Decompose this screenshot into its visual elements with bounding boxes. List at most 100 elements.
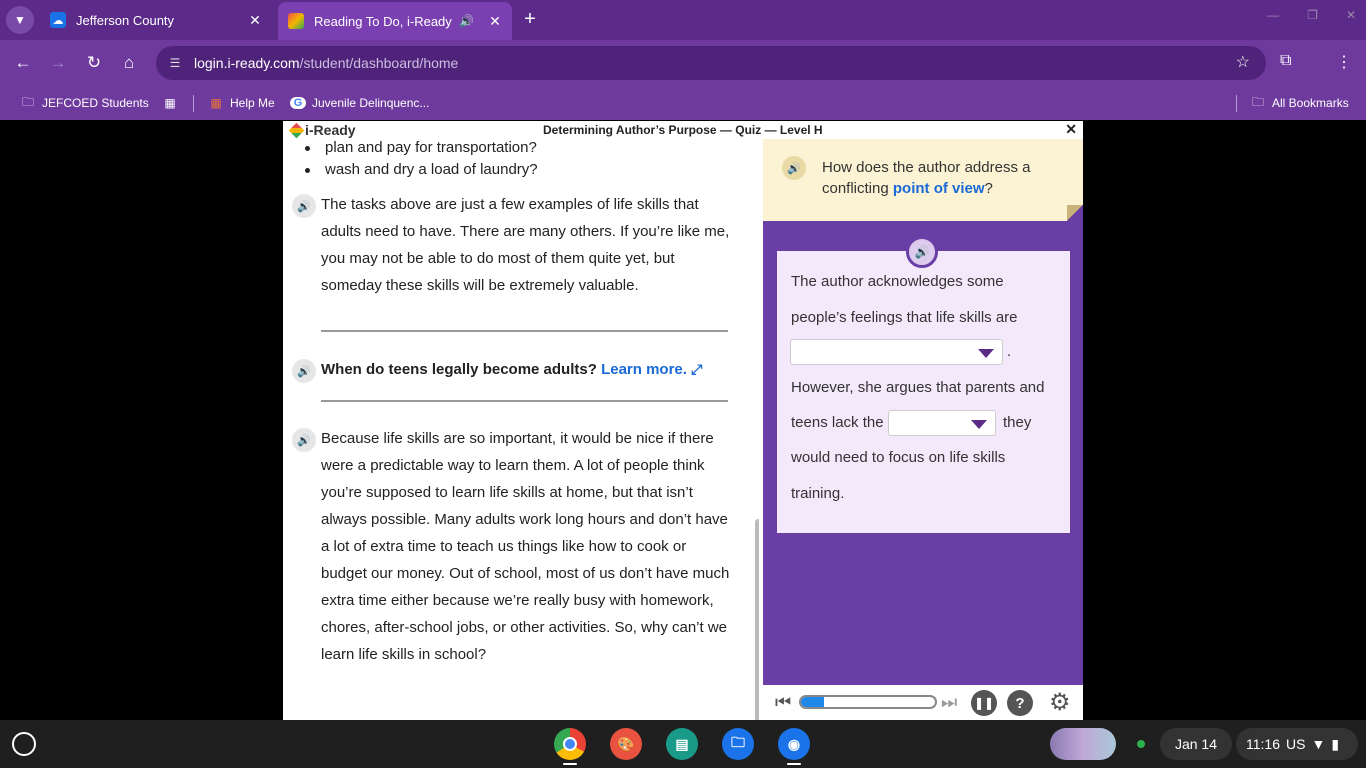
- all-bookmarks[interactable]: 🗀 All Bookmarks: [1250, 92, 1349, 114]
- shelf: 🎨 ▤ 🗀 ◉ Jan 14 11:16 US ▼ ▮: [0, 720, 1366, 768]
- date-tray[interactable]: Jan 14: [1160, 728, 1232, 760]
- point-of-view-link[interactable]: point of view: [893, 180, 985, 197]
- question-text: How does the author address a conflictin…: [822, 159, 1031, 197]
- browser-toolbar: ← → ↻ ⌂ ☰ login.i-ready.com/student/dash…: [0, 40, 1366, 86]
- pause-button[interactable]: ❚❚: [971, 690, 997, 716]
- more-menu-icon[interactable]: ⋮: [1336, 52, 1352, 72]
- bookmark-separator: [193, 95, 194, 112]
- expand-icon[interactable]: ⤢: [691, 361, 702, 377]
- gear-icon[interactable]: ⚙: [1049, 688, 1071, 717]
- caret-down-icon: [971, 420, 987, 429]
- answer-text: training.: [791, 485, 845, 502]
- tab-strip: ▼ ☁ Jefferson County ✕ Reading To Do, i-…: [0, 0, 1366, 40]
- skip-forward-icon[interactable]: ⏭: [941, 692, 957, 713]
- answer-text: people’s feelings that life skills are: [791, 309, 1018, 326]
- list-item: wash and dry a load of laundry?: [305, 161, 538, 178]
- divider: [321, 330, 728, 332]
- bookmark-label: JEFCOED Students: [42, 96, 149, 110]
- tab-jefferson-county[interactable]: ☁ Jefferson County ✕: [40, 0, 272, 40]
- holding-space-thumbnail[interactable]: [1050, 728, 1116, 760]
- status-dot: [1137, 740, 1145, 748]
- home-button[interactable]: ⌂: [118, 52, 140, 74]
- speaker-icon[interactable]: 🔊: [292, 194, 316, 218]
- bookmark-label: Juvenile Delinquenc...: [312, 96, 430, 110]
- url-text[interactable]: login.i-ready.com/student/dashboard/home: [194, 55, 458, 71]
- progress-bar[interactable]: [799, 695, 937, 709]
- wifi-icon: ▼: [1311, 736, 1326, 752]
- speaker-icon[interactable]: 🔊: [292, 359, 316, 383]
- bookmarks-bar: 🗀 JEFCOED Students ▦ ▦ Help Me G Juvenil…: [0, 86, 1366, 120]
- folder-icon: 🗀: [21, 94, 34, 109]
- tab-title: Jefferson County: [76, 12, 175, 28]
- window-controls: — ❐ ✕: [1267, 8, 1356, 22]
- classroom-app-icon[interactable]: ▤: [666, 728, 698, 760]
- speaker-icon[interactable]: 🔊: [292, 428, 316, 452]
- bookmark-separator: [1236, 95, 1237, 112]
- question-card: 🔊 How does the author address a conflict…: [763, 139, 1083, 221]
- iready-cube-icon: [288, 122, 305, 138]
- iready-logo: i-Ready: [288, 122, 356, 138]
- apps-grid-button[interactable]: ▦: [162, 92, 178, 114]
- bookmark-label: All Bookmarks: [1272, 96, 1349, 110]
- cloud-icon: ☁: [50, 12, 66, 28]
- answer-text: .: [1007, 343, 1012, 360]
- clock: 11:16: [1246, 736, 1280, 752]
- folder-icon: 🗀: [1251, 94, 1264, 109]
- bookmark-juvenile[interactable]: G Juvenile Delinquenc...: [290, 92, 429, 114]
- answer-text: However, she argues that parents and: [791, 379, 1045, 396]
- paragraph: Because life skills are so important, it…: [321, 430, 730, 663]
- maximize-icon[interactable]: ❐: [1307, 8, 1318, 22]
- launcher-button[interactable]: [12, 732, 36, 756]
- reload-button[interactable]: ↻: [83, 52, 105, 74]
- scrollbar[interactable]: [755, 519, 759, 720]
- close-icon[interactable]: ✕: [1065, 121, 1077, 138]
- answer-text: would need to focus on life skills: [791, 449, 1006, 466]
- address-bar[interactable]: ☰ login.i-ready.com/student/dashboard/ho…: [156, 46, 1266, 80]
- close-tab-icon[interactable]: ✕: [248, 12, 262, 29]
- speaker-icon[interactable]: 🔊: [459, 14, 474, 28]
- locale: US: [1286, 736, 1306, 752]
- answer-text: they: [1003, 414, 1032, 431]
- close-tab-icon[interactable]: ✕: [488, 13, 502, 30]
- quiz-panel: 🔊 How does the author address a conflict…: [763, 139, 1083, 720]
- learn-more-link[interactable]: Learn more.: [601, 361, 687, 378]
- help-button[interactable]: ?: [1007, 690, 1033, 716]
- bookmark-help-me[interactable]: ▦ Help Me: [208, 92, 275, 114]
- caret-down-icon: [978, 349, 994, 358]
- running-indicator: [787, 763, 801, 765]
- teen-question: When do teens legally become adults? Lea…: [321, 361, 703, 378]
- close-window-icon[interactable]: ✕: [1346, 8, 1356, 22]
- minimize-icon[interactable]: —: [1267, 8, 1279, 22]
- running-indicator: [563, 763, 577, 765]
- apps-grid-icon: ▦: [164, 96, 176, 110]
- back-button[interactable]: ←: [12, 52, 34, 74]
- bookmark-label: Help Me: [230, 96, 275, 110]
- new-tab-button[interactable]: +: [518, 8, 542, 32]
- extensions-icon[interactable]: ⧉: [1280, 52, 1291, 70]
- skip-back-icon[interactable]: ⏮: [775, 692, 791, 713]
- files-app-icon[interactable]: 🗀: [722, 728, 754, 760]
- answer-dropdown-1[interactable]: [790, 339, 1003, 365]
- answer-text: The author acknowledges some: [791, 273, 1004, 290]
- answer-dropdown-2[interactable]: [888, 410, 996, 436]
- chrome-app-icon[interactable]: [554, 728, 586, 760]
- tab-iready[interactable]: Reading To Do, i-Ready 🔊 ✕: [278, 2, 512, 40]
- answer-text: teens lack the: [791, 414, 884, 431]
- tab-search-button[interactable]: ▼: [6, 6, 34, 34]
- iready-cube-icon: [288, 13, 304, 29]
- reading-passage: plan and pay for transportation? wash an…: [283, 139, 759, 720]
- status-tray[interactable]: 11:16 US ▼ ▮: [1236, 728, 1358, 760]
- forward-button[interactable]: →: [47, 52, 69, 74]
- bookmark-jefcoed[interactable]: 🗀 JEFCOED Students: [20, 92, 149, 114]
- speaker-icon[interactable]: 🔊: [782, 156, 806, 180]
- speaker-icon[interactable]: 🔊: [906, 236, 938, 268]
- bookmark-star-icon[interactable]: ☆: [1236, 52, 1250, 72]
- lesson-header: i-Ready Determining Author’s Purpose — Q…: [283, 121, 1083, 139]
- paint-app-icon[interactable]: 🎨: [610, 728, 642, 760]
- audio-player: ⏮ ⏭ ❚❚ ? ⚙: [763, 685, 1083, 720]
- site-settings-icon[interactable]: ☰: [166, 54, 184, 72]
- camera-app-icon[interactable]: ◉: [778, 728, 810, 760]
- google-icon: G: [290, 97, 306, 109]
- divider: [321, 400, 728, 402]
- tab-title: Reading To Do, i-Ready: [314, 13, 452, 29]
